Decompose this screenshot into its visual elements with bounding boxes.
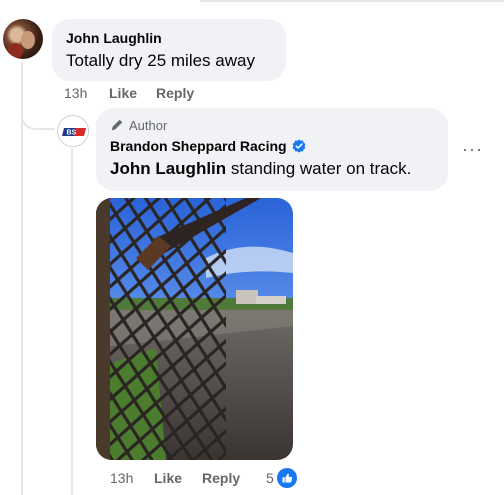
thread-connector (21, 112, 55, 130)
reaction-count-value: 5 (266, 470, 274, 486)
comment-author[interactable]: John Laughlin (66, 29, 272, 47)
reply-bubble: Author Brandon Sheppard Racing John Laug… (96, 108, 448, 191)
comment-timestamp[interactable]: 13h (64, 85, 109, 101)
reply-button[interactable]: Reply (202, 470, 266, 486)
avatar[interactable] (3, 19, 43, 59)
reaction-count[interactable]: 5 (266, 468, 297, 488)
svg-text:BS: BS (67, 130, 77, 137)
reply-author[interactable]: Brandon Sheppard Racing (110, 138, 287, 154)
reply-photo[interactable] (96, 198, 293, 460)
reply-timestamp[interactable]: 13h (110, 470, 154, 486)
author-badge-label: Author (129, 117, 168, 133)
thumbs-up-icon (276, 468, 297, 488)
comment-actions: 13h Like Reply (64, 84, 194, 102)
comment-text: Totally dry 25 miles away (66, 51, 255, 70)
verified-check-icon (292, 139, 305, 153)
reply-actions: 13h Like Reply 5 (110, 468, 297, 488)
thread-line (21, 62, 23, 495)
author-badge: Author (110, 116, 434, 134)
thread-line-reply (71, 148, 73, 495)
pencil-icon (111, 119, 123, 131)
like-button[interactable]: Like (154, 470, 202, 486)
like-button[interactable]: Like (109, 85, 156, 101)
comment-bubble: John Laughlin Totally dry 25 miles away (52, 19, 286, 81)
page-avatar[interactable]: BS (57, 115, 89, 147)
divider (200, 0, 504, 2)
reply-text: John Laughlin standing water on track. (110, 157, 434, 181)
reply-text-body: standing water on track. (226, 159, 412, 178)
mention-link[interactable]: John Laughlin (110, 159, 226, 178)
more-horizontal-icon[interactable]: ··· (462, 140, 483, 158)
reply-button[interactable]: Reply (156, 85, 194, 101)
